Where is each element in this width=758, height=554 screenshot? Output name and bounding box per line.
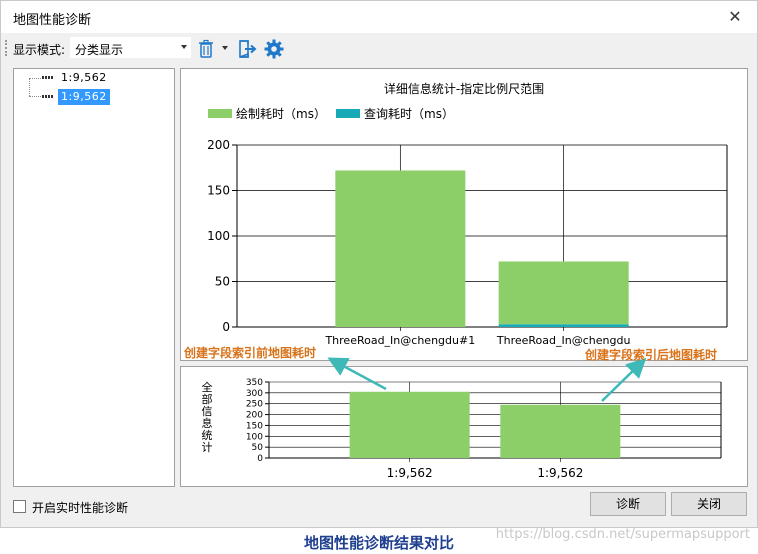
annotation-before-index: 创建字段索引前地图耗时	[184, 346, 317, 360]
toolbar-grip[interactable]	[5, 40, 7, 56]
gear-icon[interactable]	[263, 38, 285, 60]
legend-swatch	[208, 109, 232, 118]
realtime-checkbox[interactable]	[13, 500, 26, 513]
toolbar: 显示模式: 分类显示	[1, 34, 757, 62]
y-tick-label: 100	[207, 229, 230, 243]
y-tick-label: 350	[246, 378, 263, 388]
bar	[498, 324, 629, 327]
bar	[335, 170, 466, 327]
y-tick-label: 50	[215, 275, 230, 289]
trash-dropdown-icon[interactable]	[222, 46, 228, 50]
display-mode-label: 显示模式:	[13, 43, 66, 57]
tree-node-marker	[42, 95, 54, 98]
tree-connector	[29, 96, 41, 97]
bar	[500, 404, 621, 458]
scale-tree[interactable]: 1:9,562 1:9,562	[13, 68, 175, 487]
bar	[349, 391, 470, 458]
overview-chart-panel: 全部信息统计 0 50 100 150 200 250 300 350 1:9,562 1:9,56…	[180, 366, 748, 487]
x-tick-label: 1:9,562	[387, 466, 433, 480]
y-tick-label: 0	[257, 454, 263, 464]
tree-connector	[29, 78, 41, 79]
y-tick-label: 250	[246, 400, 263, 410]
watermark: https://blog.csdn.net/supermapsupport	[495, 527, 750, 542]
y-tick-label: 150	[246, 421, 263, 431]
annotation-after-index: 创建字段索引后地图耗时	[585, 348, 718, 362]
y-tick-label: 300	[246, 389, 263, 399]
trash-icon[interactable]	[195, 38, 217, 60]
legend-label: 绘制耗时（ms）	[236, 106, 326, 121]
y-tick-label: 0	[222, 320, 230, 334]
display-mode-value: 分类显示	[75, 43, 124, 57]
x-tick-label: 1:9,562	[537, 466, 583, 480]
y-tick-label: 150	[207, 184, 230, 198]
y-axis-label: 全部信息统计	[202, 380, 213, 454]
bar	[498, 261, 629, 325]
tree-item[interactable]: 1:9,562	[58, 70, 110, 86]
window-title: 地图性能诊断	[13, 13, 92, 28]
display-mode-select[interactable]: 分类显示	[70, 37, 191, 58]
y-tick-label: 100	[246, 432, 263, 442]
chart-title: 详细信息统计-指定比例尺范围	[384, 81, 544, 96]
chevron-down-icon	[181, 45, 187, 49]
title-bar: 地图性能诊断 ✕	[1, 1, 757, 33]
tree-connector	[29, 78, 30, 96]
overview-chart: 全部信息统计 050100150200250300350 1:9,562 1:9,56…	[202, 378, 722, 480]
legend-label: 查询耗时（ms）	[364, 107, 454, 121]
detail-chart-panel: 详细信息统计-指定比例尺范围绘制耗时（ms） 查询耗时（ms） 0 50 100 150 2…	[180, 68, 748, 361]
diagnose-button[interactable]: 诊断	[590, 492, 666, 516]
close-button[interactable]: 关闭	[671, 492, 747, 516]
y-tick-label: 200	[207, 138, 230, 152]
export-icon[interactable]	[237, 38, 259, 60]
detail-chart: 详细信息统计-指定比例尺范围绘制耗时（ms） 查询耗时（ms） 0 50 100 150 2…	[207, 81, 728, 347]
tree-node-marker	[42, 76, 54, 79]
realtime-label: 开启实时性能诊断	[32, 501, 129, 515]
y-tick-label: 200	[246, 411, 263, 421]
close-icon[interactable]: ✕	[723, 5, 747, 29]
x-tick-label: ThreeRoad_In@chengdu#1	[324, 334, 475, 347]
y-tick-label: 50	[252, 443, 264, 453]
tree-item-selected[interactable]: 1:9,562	[58, 89, 110, 105]
legend-swatch	[336, 109, 360, 118]
diagnosis-window: 地图性能诊断 ✕ 显示模式: 分类显示 1:9,562 1:9,562 详细信息…	[0, 0, 758, 528]
